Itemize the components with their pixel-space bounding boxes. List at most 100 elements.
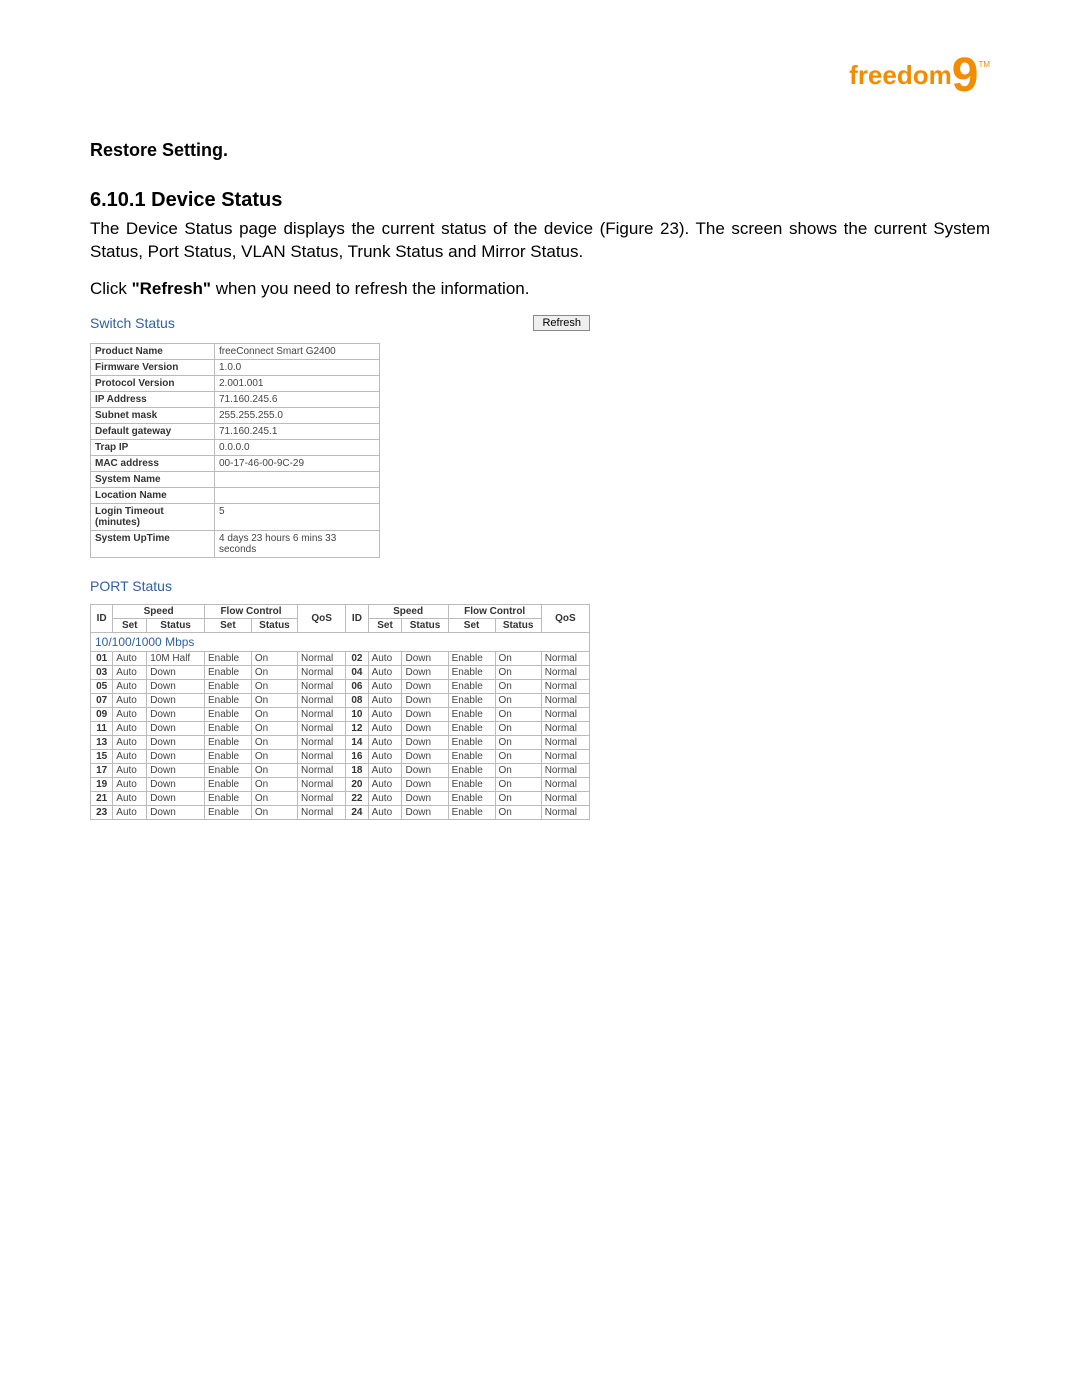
system-key: System UpTime xyxy=(91,530,215,557)
port-cell: Auto xyxy=(368,721,402,735)
port-cell: On xyxy=(251,791,297,805)
port-cell: Auto xyxy=(368,791,402,805)
port-cell: Enable xyxy=(448,791,495,805)
port-cell: 04 xyxy=(346,665,368,679)
port-header: Flow Control xyxy=(448,604,541,618)
port-cell: Enable xyxy=(204,721,251,735)
port-cell: Enable xyxy=(204,763,251,777)
system-value: 71.160.245.6 xyxy=(215,391,380,407)
port-cell: 19 xyxy=(91,777,113,791)
refresh-button[interactable]: Refresh xyxy=(533,315,590,331)
port-row: 17AutoDownEnableOnNormal18AutoDownEnable… xyxy=(91,763,590,777)
port-cell: Down xyxy=(402,693,448,707)
port-section-label: 10/100/1000 Mbps xyxy=(91,632,590,651)
port-row: 15AutoDownEnableOnNormal16AutoDownEnable… xyxy=(91,749,590,763)
port-row: 05AutoDownEnableOnNormal06AutoDownEnable… xyxy=(91,679,590,693)
port-cell: Normal xyxy=(541,721,589,735)
port-cell: Enable xyxy=(204,791,251,805)
system-value: 4 days 23 hours 6 mins 33 seconds xyxy=(215,530,380,557)
port-cell: On xyxy=(495,721,541,735)
system-key: Product Name xyxy=(91,343,215,359)
port-header: Flow Control xyxy=(204,604,297,618)
port-cell: Down xyxy=(147,707,205,721)
port-cell: 14 xyxy=(346,735,368,749)
logo-tm: TM xyxy=(978,60,990,69)
section-heading: 6.10.1 Device Status xyxy=(90,189,990,212)
system-row: System UpTime4 days 23 hours 6 mins 33 s… xyxy=(91,530,380,557)
port-cell: Down xyxy=(402,707,448,721)
port-cell: On xyxy=(495,735,541,749)
port-cell: Down xyxy=(147,679,205,693)
port-cell: Enable xyxy=(448,665,495,679)
port-cell: Normal xyxy=(541,707,589,721)
port-row: 21AutoDownEnableOnNormal22AutoDownEnable… xyxy=(91,791,590,805)
port-cell: On xyxy=(495,805,541,819)
port-cell: On xyxy=(251,679,297,693)
system-row: Subnet mask255.255.255.0 xyxy=(91,407,380,423)
port-cell: 17 xyxy=(91,763,113,777)
port-header: Set xyxy=(113,618,147,632)
port-cell: On xyxy=(251,721,297,735)
system-value: 71.160.245.1 xyxy=(215,423,380,439)
port-cell: Down xyxy=(147,721,205,735)
port-cell: Enable xyxy=(204,651,251,665)
port-row: 09AutoDownEnableOnNormal10AutoDownEnable… xyxy=(91,707,590,721)
system-value xyxy=(215,487,380,503)
port-cell: Auto xyxy=(368,763,402,777)
port-cell: Normal xyxy=(298,651,346,665)
port-cell: 15 xyxy=(91,749,113,763)
port-cell: Auto xyxy=(368,749,402,763)
port-cell: On xyxy=(495,679,541,693)
system-row: System Name xyxy=(91,471,380,487)
port-cell: Normal xyxy=(298,707,346,721)
port-cell: On xyxy=(495,777,541,791)
port-cell: Normal xyxy=(541,805,589,819)
port-cell: Down xyxy=(402,735,448,749)
port-header: Status xyxy=(147,618,205,632)
system-key: Trap IP xyxy=(91,439,215,455)
port-cell: Down xyxy=(147,763,205,777)
system-row: Firmware Version1.0.0 xyxy=(91,359,380,375)
port-cell: Auto xyxy=(113,749,147,763)
port-header: ID xyxy=(91,604,113,632)
port-cell: 16 xyxy=(346,749,368,763)
port-cell: Auto xyxy=(113,651,147,665)
port-cell: Auto xyxy=(113,735,147,749)
port-cell: Normal xyxy=(541,693,589,707)
system-value xyxy=(215,471,380,487)
system-value: 2.001.001 xyxy=(215,375,380,391)
port-cell: Down xyxy=(147,791,205,805)
port-cell: Enable xyxy=(448,749,495,763)
port-cell: Auto xyxy=(113,679,147,693)
port-cell: Down xyxy=(402,805,448,819)
port-cell: On xyxy=(495,763,541,777)
system-key: Firmware Version xyxy=(91,359,215,375)
port-cell: Normal xyxy=(541,665,589,679)
port-cell: On xyxy=(495,651,541,665)
system-status-table: Product NamefreeConnect Smart G2400Firmw… xyxy=(90,343,380,558)
port-cell: Enable xyxy=(448,693,495,707)
port-cell: Auto xyxy=(368,651,402,665)
port-cell: Enable xyxy=(204,679,251,693)
port-cell: Normal xyxy=(298,735,346,749)
port-cell: Normal xyxy=(298,805,346,819)
port-cell: 03 xyxy=(91,665,113,679)
port-cell: Normal xyxy=(298,679,346,693)
port-cell: Enable xyxy=(448,735,495,749)
port-cell: 01 xyxy=(91,651,113,665)
port-cell: Down xyxy=(402,791,448,805)
port-cell: On xyxy=(495,665,541,679)
port-cell: Down xyxy=(402,749,448,763)
port-cell: Normal xyxy=(541,791,589,805)
port-cell: Normal xyxy=(298,777,346,791)
port-cell: Enable xyxy=(448,777,495,791)
port-row: 11AutoDownEnableOnNormal12AutoDownEnable… xyxy=(91,721,590,735)
port-cell: On xyxy=(495,693,541,707)
port-cell: 20 xyxy=(346,777,368,791)
port-cell: 21 xyxy=(91,791,113,805)
port-cell: Enable xyxy=(204,693,251,707)
port-cell: Down xyxy=(402,721,448,735)
system-key: IP Address xyxy=(91,391,215,407)
port-cell: Normal xyxy=(298,791,346,805)
port-cell: Normal xyxy=(541,763,589,777)
